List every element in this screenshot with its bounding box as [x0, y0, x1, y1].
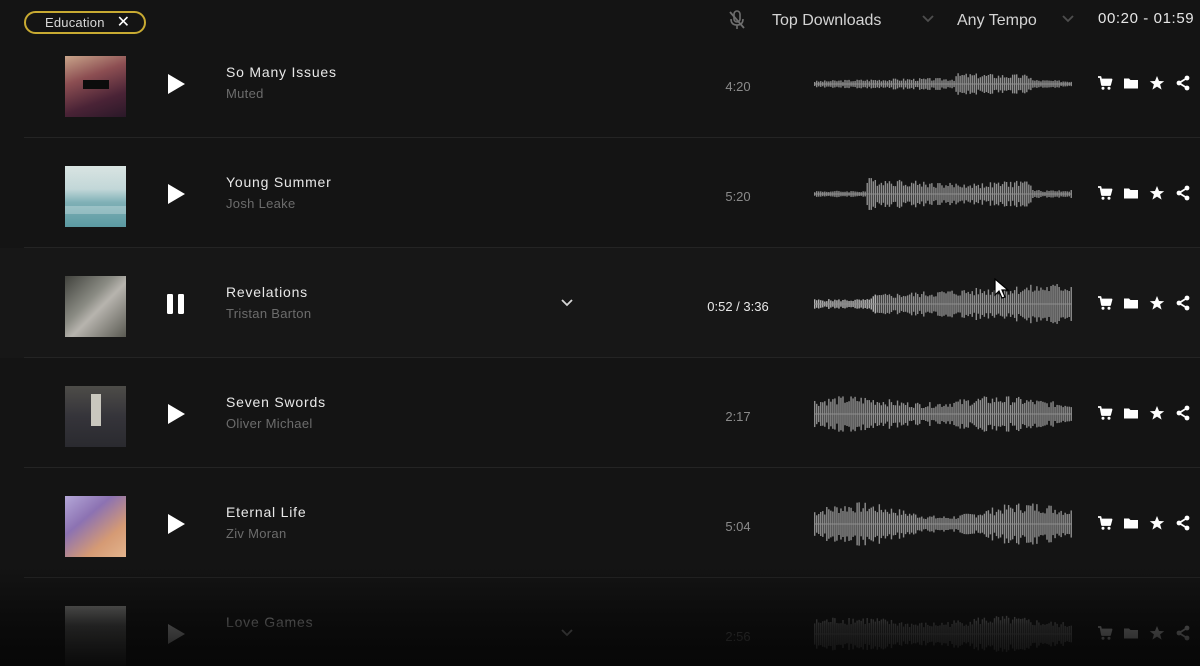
filter-bar: Education ✕ Top Downloads Any Tempo 00:2…: [0, 0, 1200, 48]
waveform[interactable]: [814, 278, 1072, 330]
share-icon[interactable]: [1175, 625, 1191, 641]
folder-icon[interactable]: [1123, 515, 1139, 531]
mouse-cursor-icon: [994, 278, 1010, 299]
album-cover[interactable]: [65, 276, 126, 337]
track-title[interactable]: Eternal Life: [226, 504, 306, 520]
chevron-down-icon[interactable]: [560, 628, 574, 638]
cart-icon[interactable]: [1097, 75, 1113, 91]
star-icon[interactable]: [1149, 185, 1165, 201]
track-actions: [1097, 75, 1191, 91]
track-actions: [1097, 405, 1191, 421]
track-row[interactable]: Eternal Life Ziv Moran 5:04: [0, 468, 1200, 578]
track-row[interactable]: Love Games 2:56: [0, 578, 1200, 666]
chevron-down-icon[interactable]: [560, 298, 574, 308]
star-icon[interactable]: [1149, 405, 1165, 421]
play-icon[interactable]: [164, 622, 188, 646]
tempo-dropdown[interactable]: Any Tempo: [957, 10, 1037, 32]
track-row[interactable]: Seven Swords Oliver Michael 2:17: [0, 358, 1200, 468]
play-icon[interactable]: [164, 512, 188, 536]
track-artist[interactable]: Josh Leake: [226, 196, 296, 211]
star-icon[interactable]: [1149, 75, 1165, 91]
track-actions: [1097, 625, 1191, 641]
folder-icon[interactable]: [1123, 295, 1139, 311]
chevron-down-icon[interactable]: [1061, 13, 1075, 25]
cover-art-detail: [83, 80, 109, 89]
track-list: So Many Issues Muted 4:20 Young Summer Josh …: [0, 28, 1200, 666]
waveform[interactable]: [814, 608, 1072, 660]
microphone-off-icon[interactable]: [728, 10, 746, 30]
music-library-screen: So Many Issues Muted 4:20 Young Summer Josh …: [0, 0, 1200, 666]
album-cover[interactable]: [65, 386, 126, 447]
album-cover[interactable]: [65, 166, 126, 227]
track-duration: 2:56: [725, 629, 751, 644]
track-actions: [1097, 295, 1191, 311]
cart-icon[interactable]: [1097, 405, 1113, 421]
track-duration: 0:52 / 3:36: [707, 299, 769, 314]
share-icon[interactable]: [1175, 75, 1191, 91]
cover-art-detail: [65, 206, 126, 214]
play-icon[interactable]: [164, 402, 188, 426]
album-cover[interactable]: [65, 56, 126, 117]
cart-icon[interactable]: [1097, 625, 1113, 641]
filter-chip-education[interactable]: Education ✕: [24, 11, 146, 34]
folder-icon[interactable]: [1123, 405, 1139, 421]
track-title[interactable]: Love Games: [226, 614, 313, 630]
filter-chip-label: Education: [45, 15, 105, 30]
cart-icon[interactable]: [1097, 515, 1113, 531]
share-icon[interactable]: [1175, 295, 1191, 311]
waveform[interactable]: [814, 388, 1072, 440]
album-cover[interactable]: [65, 606, 126, 666]
track-actions: [1097, 185, 1191, 201]
track-duration: 2:17: [725, 409, 751, 424]
cart-icon[interactable]: [1097, 295, 1113, 311]
track-duration: 5:04: [725, 519, 751, 534]
track-title[interactable]: Seven Swords: [226, 394, 326, 410]
album-cover[interactable]: [65, 496, 126, 557]
track-artist[interactable]: Ziv Moran: [226, 526, 287, 541]
close-icon[interactable]: ✕: [117, 14, 131, 31]
track-artist[interactable]: Tristan Barton: [226, 306, 311, 321]
cart-icon[interactable]: [1097, 185, 1113, 201]
folder-icon[interactable]: [1123, 75, 1139, 91]
pause-icon[interactable]: [164, 292, 188, 316]
waveform[interactable]: [814, 498, 1072, 550]
chevron-down-icon[interactable]: [921, 13, 935, 25]
track-row[interactable]: Revelations Tristan Barton 0:52 / 3:36: [0, 248, 1200, 358]
star-icon[interactable]: [1149, 295, 1165, 311]
share-icon[interactable]: [1175, 185, 1191, 201]
waveform[interactable]: [814, 168, 1072, 220]
folder-icon[interactable]: [1123, 185, 1139, 201]
sort-dropdown-value: Top Downloads: [772, 12, 882, 29]
track-artist[interactable]: Muted: [226, 86, 264, 101]
track-title[interactable]: Revelations: [226, 284, 308, 300]
track-title[interactable]: So Many Issues: [226, 64, 337, 80]
play-icon[interactable]: [164, 182, 188, 206]
track-duration: 5:20: [725, 189, 751, 204]
star-icon[interactable]: [1149, 625, 1165, 641]
waveform[interactable]: [814, 58, 1072, 110]
track-artist[interactable]: Oliver Michael: [226, 416, 313, 431]
folder-icon[interactable]: [1123, 625, 1139, 641]
share-icon[interactable]: [1175, 515, 1191, 531]
duration-range-filter[interactable]: 00:20 - 01:59: [1098, 10, 1194, 27]
track-title[interactable]: Young Summer: [226, 174, 332, 190]
track-actions: [1097, 515, 1191, 531]
play-icon[interactable]: [164, 72, 188, 96]
star-icon[interactable]: [1149, 515, 1165, 531]
sort-dropdown[interactable]: Top Downloads: [772, 10, 881, 32]
tempo-dropdown-value: Any Tempo: [957, 12, 1037, 29]
share-icon[interactable]: [1175, 405, 1191, 421]
track-row[interactable]: Young Summer Josh Leake 5:20: [0, 138, 1200, 248]
cover-art-detail: [91, 394, 101, 426]
track-duration: 4:20: [725, 79, 751, 94]
